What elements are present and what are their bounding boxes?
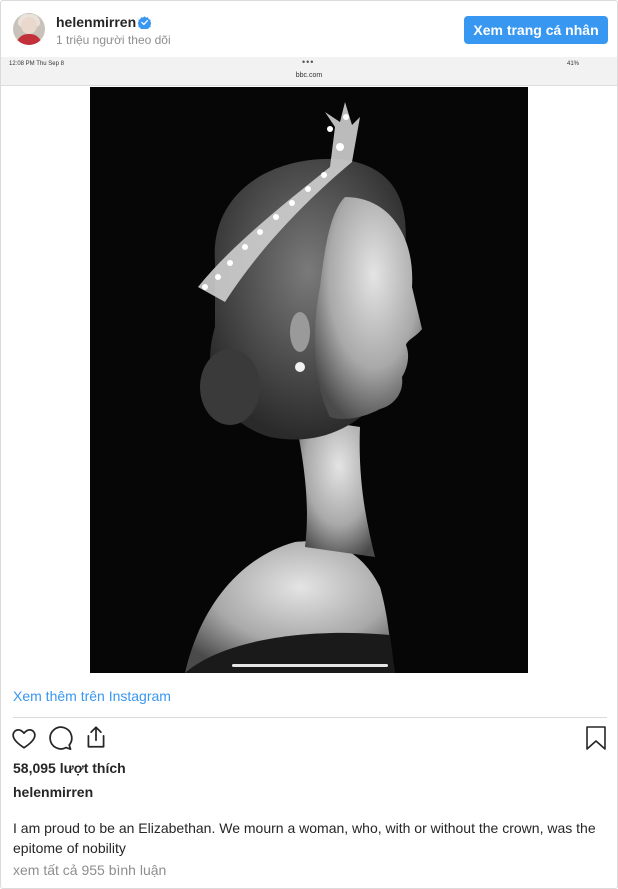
- heart-icon[interactable]: [11, 725, 37, 751]
- status-time: 12:08 PM Thu Sep 8: [9, 61, 64, 67]
- view-profile-button[interactable]: Xem trang cá nhân: [464, 16, 608, 44]
- follower-count: 1 triệu người theo dõi: [56, 33, 171, 47]
- verified-badge-icon: [138, 16, 151, 29]
- post-media[interactable]: 12:08 PM Thu Sep 8 ••• bbc.com 41%: [1, 57, 617, 673]
- bookmark-icon[interactable]: [584, 725, 608, 751]
- divider: [13, 717, 607, 718]
- instagram-embed-card: helenmirren 1 triệu người theo dõi Xem t…: [0, 0, 618, 889]
- caption-text: I am proud to be an Elizabethan. We mour…: [13, 820, 596, 856]
- portrait-illustration: [90, 87, 528, 673]
- avatar[interactable]: [13, 13, 45, 45]
- caption-username-link[interactable]: helenmirren: [13, 784, 93, 800]
- share-icon[interactable]: [83, 724, 109, 750]
- portrait-photo: [90, 87, 528, 673]
- post-header: helenmirren 1 triệu người theo dõi Xem t…: [1, 1, 617, 57]
- screenshot-status-bar: 12:08 PM Thu Sep 8 ••• bbc.com 41%: [1, 57, 617, 86]
- status-dots: •••: [302, 57, 315, 67]
- comment-icon[interactable]: [47, 725, 73, 751]
- home-indicator: [232, 664, 388, 667]
- view-more-on-instagram-link[interactable]: Xem thêm trên Instagram: [13, 688, 171, 704]
- status-url: bbc.com: [295, 72, 323, 79]
- like-count[interactable]: 58,095 lượt thích: [13, 760, 126, 776]
- view-all-comments-link[interactable]: xem tất cả 955 bình luận: [13, 862, 166, 878]
- status-battery: 41%: [567, 61, 580, 67]
- username-link[interactable]: helenmirren: [56, 14, 136, 30]
